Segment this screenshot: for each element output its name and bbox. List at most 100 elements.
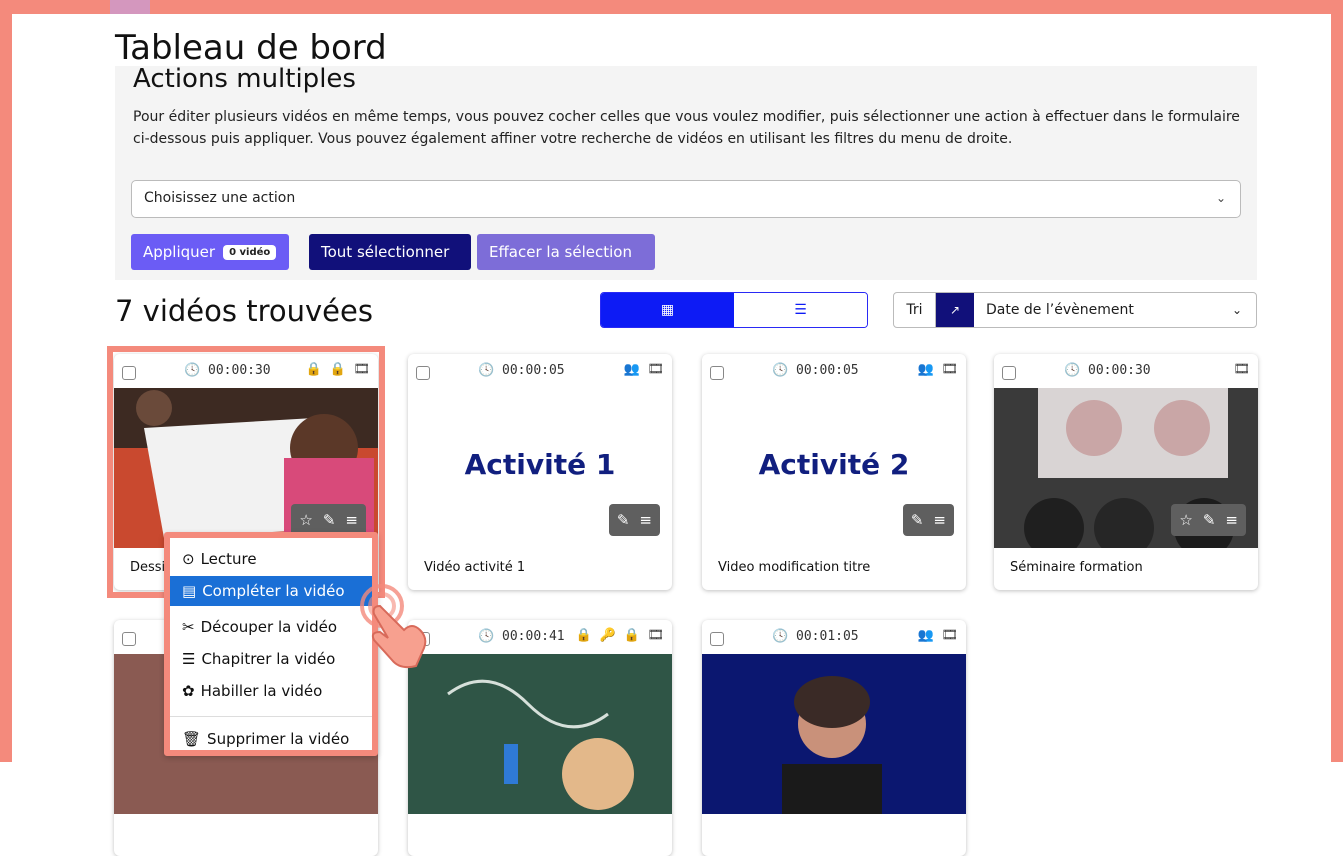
annotation-frame-left: [0, 0, 12, 762]
action-select-value: Choisissez une action: [144, 190, 296, 206]
annotation-frame-top: [0, 0, 1343, 14]
clock-icon: 🕓: [772, 363, 789, 378]
grid-icon: ▦: [660, 302, 675, 318]
pointer-hand-icon: [360, 584, 427, 669]
bulk-actions-description: Pour éditer plusieurs vidéos en même tem…: [133, 109, 1240, 147]
card-title[interactable]: Vidéo activité 1: [424, 560, 525, 575]
select-all-label: Tout sélectionner: [321, 243, 450, 261]
card-duration: 🕓 00:00:05: [772, 363, 859, 378]
edit-icon[interactable]: ✎: [1203, 511, 1216, 529]
card-status-icons: 👥 🎞: [917, 362, 958, 377]
chevron-down-icon: ⌄: [1231, 303, 1242, 317]
results-count-title: 7 vidéos trouvées: [115, 294, 373, 328]
menu-item-habiller[interactable]: ✿ Habiller la vidéo: [170, 676, 372, 706]
view-toggle: ▦ ☰: [600, 292, 868, 328]
clock-icon: 🕓: [1064, 363, 1081, 378]
menu-item-label: Chapitrer la vidéo: [201, 650, 336, 668]
menu-item-chapitrer[interactable]: ☰ Chapitrer la vidéo: [170, 644, 372, 674]
card-checkbox[interactable]: [122, 632, 136, 646]
list-view-button[interactable]: ☰: [734, 293, 867, 327]
video-thumbnail[interactable]: [408, 654, 672, 814]
card-status-icons: 👥 🎞: [623, 362, 664, 377]
scissors-icon: ✂: [182, 618, 195, 636]
video-thumbnail[interactable]: [702, 654, 966, 814]
card-duration-value: 00:00:05: [502, 363, 565, 378]
edit-icon[interactable]: ✎: [911, 511, 924, 529]
palette-icon: ✿: [182, 682, 195, 700]
card-header: 🕓 00:00:41 🔒 🔑 🔒 🎞: [408, 620, 672, 654]
cropped-top-element: [110, 0, 150, 14]
grid-view-button[interactable]: ▦: [601, 293, 734, 327]
document-icon: ▤: [182, 582, 197, 600]
video-thumbnail[interactable]: ☆ ✎ ≡: [994, 388, 1258, 558]
bulk-actions-panel: Actions multiples Pour éditer plusieurs …: [115, 64, 1257, 280]
trash-icon: 🗑: [182, 730, 202, 748]
menu-icon[interactable]: ≡: [639, 511, 652, 529]
sort-field-select[interactable]: Date de l’évènement: [974, 302, 1232, 318]
video-thumbnail[interactable]: Activité 1 ✎ ≡: [408, 388, 672, 548]
card-checkbox[interactable]: [1002, 366, 1016, 380]
clock-icon: 🕓: [478, 363, 495, 378]
menu-item-label: Lecture: [200, 550, 257, 568]
card-status-icons: 👥 🎞: [917, 628, 958, 643]
menu-item-label: Supprimer la vidéo: [207, 730, 350, 748]
star-icon[interactable]: ☆: [1179, 511, 1192, 529]
thumbnail-actions: ✎ ≡: [608, 504, 660, 536]
edit-icon[interactable]: ✎: [617, 511, 630, 529]
video-card[interactable]: 🕓 00:00:41 🔒 🔑 🔒 🎞: [408, 620, 672, 856]
card-duration: 🕓 00:00:41: [478, 629, 565, 644]
video-card[interactable]: 🕓 00:01:05 👥 🎞: [702, 620, 966, 856]
sort-control: Tri ↗ Date de l’évènement ⌄: [893, 292, 1257, 328]
video-card[interactable]: 🕓 00:00:05 👥 🎞 Activité 1 ✎ ≡ Vidéo acti…: [408, 354, 672, 590]
clock-icon: 🕓: [772, 629, 789, 644]
thumbnail-actions: ☆ ✎ ≡: [1171, 504, 1246, 536]
card-duration: 🕓 00:00:05: [478, 363, 565, 378]
card-header: 🕓 00:00:30 🎞: [994, 354, 1258, 388]
sort-label: Tri: [894, 293, 936, 327]
menu-icon[interactable]: ≡: [1225, 511, 1238, 529]
card-title[interactable]: Video modification titre: [718, 560, 870, 575]
card-duration-value: 00:00:30: [1088, 363, 1151, 378]
menu-divider: [170, 716, 372, 717]
card-checkbox[interactable]: [710, 632, 724, 646]
menu-item-label: Habiller la vidéo: [200, 682, 323, 700]
clear-selection-label: Effacer la sélection: [489, 243, 632, 261]
video-thumbnail[interactable]: Activité 2 ✎ ≡: [702, 388, 966, 548]
menu-item-label: Compléter la vidéo: [202, 582, 345, 600]
card-duration: 🕓 00:00:30: [1064, 363, 1151, 378]
card-checkbox[interactable]: [416, 366, 430, 380]
clear-selection-button[interactable]: Effacer la sélection: [477, 234, 655, 270]
video-card[interactable]: 🕓 00:00:05 👥 🎞 Activité 2 ✎ ≡ Video modi…: [702, 354, 966, 590]
apply-button-label: Appliquer: [143, 243, 216, 261]
speaker-thumbnail: [702, 654, 966, 814]
card-duration-value: 00:00:41: [502, 629, 565, 644]
card-header: 🕓 00:01:05 👥 🎞: [702, 620, 966, 654]
chevron-down-icon: ⌄: [1215, 191, 1226, 205]
thumbnail-title-text: Activité 2: [758, 448, 910, 481]
menu-item-lecture[interactable]: ⊙ Lecture: [170, 544, 372, 574]
video-context-menu: ⊙ Lecture ▤ Compléter la vidéo ✂ Découpe…: [164, 532, 378, 756]
menu-icon[interactable]: ≡: [933, 511, 946, 529]
annotation-frame-right: [1331, 0, 1343, 762]
menu-item-label: Découper la vidéo: [200, 618, 338, 636]
list-icon: ☰: [794, 302, 807, 318]
sort-direction-button[interactable]: ↗: [936, 293, 974, 327]
arrow-up-right-icon: ↗: [949, 303, 961, 317]
card-title[interactable]: Séminaire formation: [1010, 560, 1143, 575]
card-duration-value: 00:00:05: [796, 363, 859, 378]
thumbnail-title-text: Activité 1: [464, 448, 616, 481]
select-all-button[interactable]: Tout sélectionner: [309, 234, 471, 270]
apply-button[interactable]: Appliquer 0 vidéo: [131, 234, 289, 270]
card-status-icons: 🔒 🔑 🔒 🎞: [575, 628, 664, 643]
menu-item-supprimer[interactable]: 🗑 Supprimer la vidéo: [170, 724, 372, 754]
video-card[interactable]: 🕓 00:00:30 🎞 ☆ ✎ ≡ Séminaire formation: [994, 354, 1258, 590]
card-duration: 🕓 00:01:05: [772, 629, 859, 644]
card-status-icons: 🎞: [1233, 362, 1250, 377]
action-select[interactable]: Choisissez une action ⌄: [131, 180, 1241, 218]
chalkboard-thumbnail: [408, 654, 672, 814]
card-header: 🕓 00:00:05 👥 🎞: [702, 354, 966, 388]
card-header: 🕓 00:00:05 👥 🎞: [408, 354, 672, 388]
menu-item-completer[interactable]: ▤ Compléter la vidéo: [170, 576, 372, 606]
card-checkbox[interactable]: [710, 366, 724, 380]
menu-item-decouper[interactable]: ✂ Découper la vidéo: [170, 612, 372, 642]
